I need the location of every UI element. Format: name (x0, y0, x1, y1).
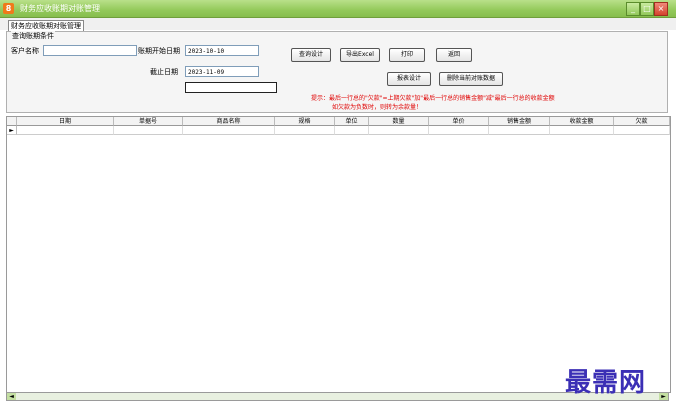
tab-reconciliation[interactable]: 财务应收账期对账管理 (8, 20, 84, 31)
grid-cell[interactable] (114, 126, 183, 135)
app-icon: 8 (3, 3, 14, 14)
column-header[interactable]: 规格 (275, 117, 335, 126)
delete-current-button[interactable]: 删除当前对账数据 (439, 72, 503, 86)
hint-line-2: 如欠款为负数时，则转为余款量！ (332, 104, 423, 111)
tab-strip: 财务应收账期对账管理 (0, 18, 676, 31)
column-header[interactable]: 收款金额 (550, 117, 614, 126)
scroll-right-icon[interactable]: ► (659, 393, 668, 400)
grid-cell[interactable] (335, 126, 369, 135)
grid-cell[interactable] (369, 126, 429, 135)
grid-cell[interactable] (183, 126, 275, 135)
grid-cell[interactable] (489, 126, 550, 135)
grid-cell[interactable] (429, 126, 489, 135)
column-header[interactable]: 欠款 (614, 117, 670, 126)
column-header[interactable]: 商品名称 (183, 117, 275, 126)
title-bar: 8 财务应收账期对账管理 _ □ × (0, 0, 676, 18)
grid-cell[interactable] (550, 126, 614, 135)
row-selector-icon[interactable]: ► (7, 126, 17, 135)
customer-label: 客户名称 (11, 47, 39, 55)
query-group-legend: 查询账期条件 (11, 31, 55, 41)
back-button[interactable]: 返回 (436, 48, 472, 62)
minimize-button[interactable]: _ (626, 2, 640, 16)
maximize-button[interactable]: □ (640, 2, 654, 16)
column-header[interactable]: 单价 (429, 117, 489, 126)
hint-line-1: 提示：最后一行总的"欠款"=上期欠款"加"最后一行总的销售金额"减"最后一行总的… (311, 95, 555, 102)
end-date-label: 截止日期 (150, 68, 178, 76)
column-header[interactable]: 单据号 (114, 117, 183, 126)
watermark-logo: 最需网 (565, 368, 647, 398)
end-date-input[interactable]: 2023-11-09 (185, 66, 259, 77)
window-title: 财务应收账期对账管理 (20, 4, 100, 13)
print-button[interactable]: 打印 (389, 48, 425, 62)
data-grid[interactable]: 日期 单据号 商品名称 规格 单位 数量 单价 销售金额 收款金额 欠款 ► (6, 116, 671, 393)
column-header[interactable]: 数量 (369, 117, 429, 126)
close-button[interactable]: × (654, 2, 668, 16)
start-date-input[interactable]: 2023-10-10 (185, 45, 259, 56)
column-header[interactable]: 日期 (17, 117, 114, 126)
start-date-label: 账期开始日期 (138, 47, 180, 55)
grid-cell[interactable] (17, 126, 114, 135)
scroll-left-icon[interactable]: ◄ (7, 393, 16, 400)
report-design-button[interactable]: 报表设计 (387, 72, 431, 86)
query-group: 查询账期条件 客户名称 账期开始日期 2023-10-10 截止日期 2023-… (6, 31, 668, 113)
column-header[interactable]: 单位 (335, 117, 369, 126)
export-excel-button[interactable]: 导出Excel (340, 48, 380, 62)
grid-cell[interactable] (614, 126, 670, 135)
customer-input[interactable] (43, 45, 137, 56)
extra-input[interactable] (185, 82, 277, 93)
column-header[interactable]: 销售金额 (489, 117, 550, 126)
grid-cell[interactable] (275, 126, 335, 135)
query-design-button[interactable]: 查询设计 (291, 48, 331, 62)
row-header-corner (7, 117, 17, 126)
